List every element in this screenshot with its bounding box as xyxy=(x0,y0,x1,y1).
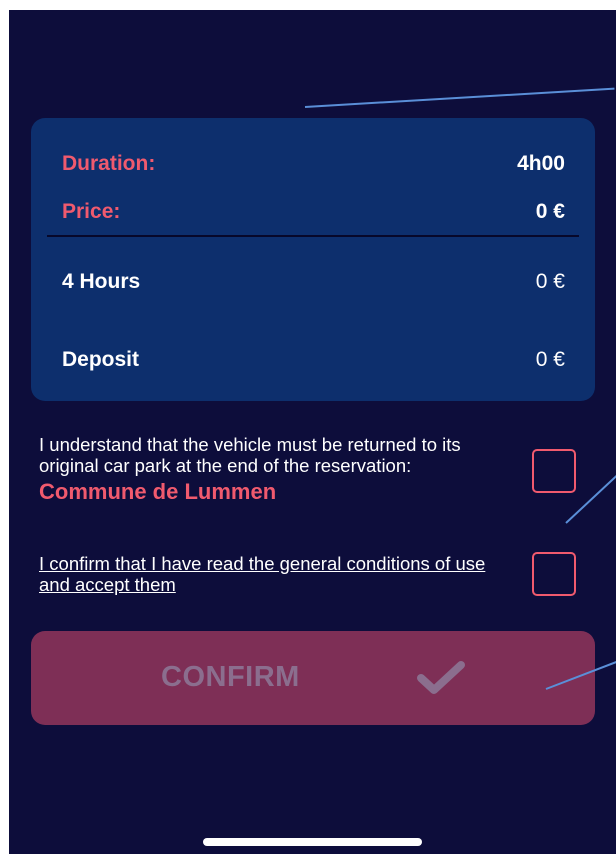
summary-divider xyxy=(47,235,579,237)
confirm-button[interactable]: CONFIRM xyxy=(31,631,595,725)
reservation-summary-card: Duration: 4h00 Price: 0 € 4 Hours 0 € De… xyxy=(31,118,595,401)
line-item-hours: 4 Hours 0 € xyxy=(62,270,565,294)
price-row: Price: 0 € xyxy=(62,200,565,224)
duration-value: 4h00 xyxy=(517,152,565,175)
confirm-button-label: CONFIRM xyxy=(161,661,300,693)
general-conditions-link[interactable]: I confirm that I have read the general c… xyxy=(39,553,519,595)
home-indicator[interactable] xyxy=(203,838,422,846)
line-item-deposit: Deposit 0 € xyxy=(62,348,565,372)
duration-label: Duration: xyxy=(62,152,156,175)
return-notice-text: I understand that the vehicle must be re… xyxy=(39,434,461,476)
price-value: 0 € xyxy=(535,200,565,223)
car-park-name: Commune de Lummen xyxy=(39,479,277,504)
checkmark-icon xyxy=(417,661,465,694)
screen: Duration: 4h00 Price: 0 € 4 Hours 0 € De… xyxy=(9,10,616,854)
return-notice: I understand that the vehicle must be re… xyxy=(39,434,519,506)
duration-row: Duration: 4h00 xyxy=(62,152,565,176)
price-label: Price: xyxy=(62,200,121,223)
line-item-value: 0 € xyxy=(535,348,565,371)
line-item-label: 4 Hours xyxy=(62,270,141,293)
line-item-value: 0 € xyxy=(535,270,565,293)
line-item-label: Deposit xyxy=(62,348,140,371)
conditions-agreement-checkbox[interactable] xyxy=(532,552,576,596)
annotation-pointer-line xyxy=(304,87,615,108)
return-agreement-checkbox[interactable] xyxy=(532,449,576,493)
